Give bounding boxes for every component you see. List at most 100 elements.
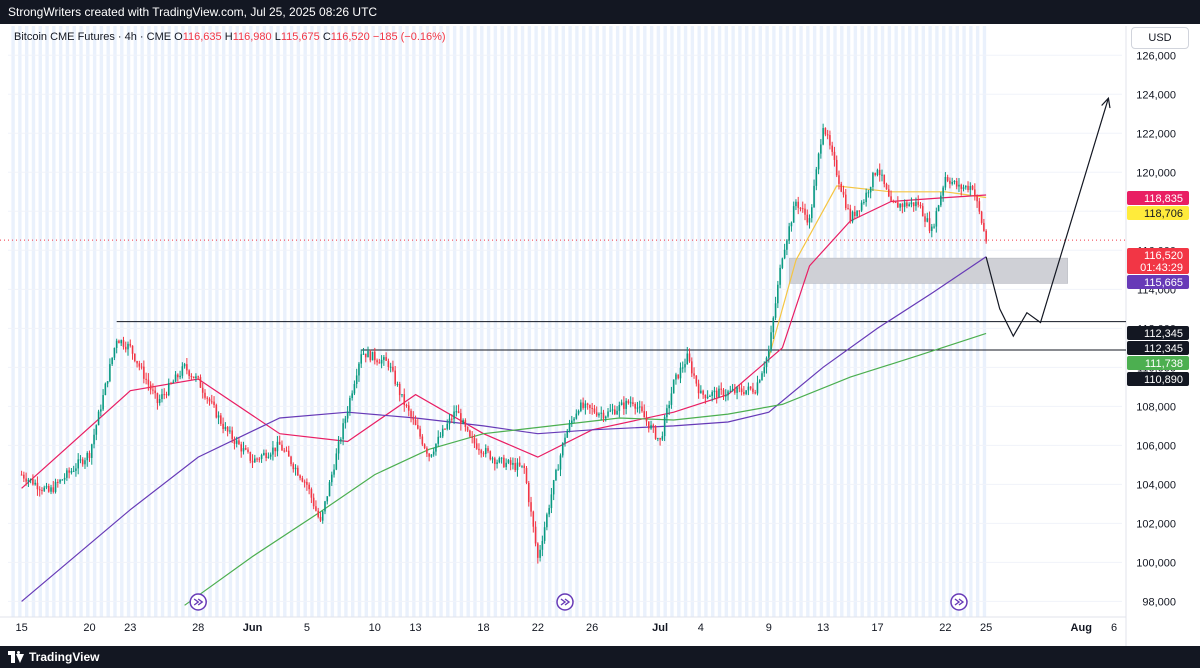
y-tick-label: 126,000 [1136, 50, 1176, 62]
candle-body [104, 383, 107, 396]
candle-body [38, 489, 41, 491]
candle-body [149, 384, 152, 390]
candle-body [546, 514, 548, 528]
close-value: 116,520 [330, 31, 370, 43]
candle-body [767, 350, 770, 358]
candle-body [677, 374, 680, 379]
candle-body [833, 151, 836, 160]
candle-body [887, 189, 890, 197]
candle-body [641, 406, 643, 412]
candle-body [507, 460, 510, 463]
x-tick-label: 28 [192, 622, 204, 634]
candle-body [455, 411, 458, 413]
candle-body [942, 187, 944, 196]
candle-body [659, 437, 661, 440]
candle-body [774, 303, 777, 318]
candle-body [158, 398, 161, 404]
candle-body [247, 449, 249, 452]
candle-body [154, 390, 156, 394]
candle-body [944, 177, 947, 188]
session-marker-icon[interactable] [189, 593, 207, 611]
candle-body [197, 376, 199, 378]
candle-body [897, 202, 899, 208]
candle-body [25, 478, 27, 482]
candle-body [840, 183, 843, 192]
candle-body [500, 457, 503, 459]
candle-body [145, 378, 147, 380]
candle-body [949, 180, 951, 184]
candle-body [697, 383, 700, 394]
candle-body [240, 444, 243, 452]
candle-body [960, 184, 963, 189]
candle-body [292, 464, 295, 470]
candle-body [480, 450, 483, 454]
price-label-text: 112,345 [1144, 343, 1183, 355]
candle-body [521, 465, 523, 467]
candle-body [349, 397, 351, 412]
candle-body [389, 366, 392, 368]
candle-body [824, 128, 827, 135]
candle-body [120, 340, 123, 344]
candle-body [743, 392, 745, 394]
candle-body [115, 340, 118, 348]
open-value: 116,635 [182, 31, 222, 43]
candle-body [50, 487, 52, 492]
candle-body [940, 195, 942, 206]
candle-body [591, 407, 593, 409]
price-labels: 118,835 118,706 116,52001:43:29 115,665 112,… [1127, 191, 1189, 386]
candle-body [654, 426, 657, 439]
candle-body [831, 145, 833, 152]
projection-path[interactable] [985, 98, 1109, 338]
candle-body [299, 475, 301, 479]
ohlc-legend: Bitcoin CME Futures · 4h · CME O116,635 … [14, 31, 446, 43]
candle-body [84, 460, 86, 465]
candle-body [632, 402, 634, 405]
tradingview-logo[interactable]: TradingView [8, 650, 99, 664]
candle-body [713, 390, 716, 393]
candle-body [573, 418, 575, 421]
candle-body [464, 420, 467, 427]
candle-body [598, 413, 600, 416]
candle-body [865, 192, 867, 203]
candle-body [509, 460, 512, 465]
currency-button[interactable]: USD [1131, 27, 1189, 49]
candle-body [29, 478, 32, 480]
candle-body [537, 543, 539, 558]
support-zone[interactable] [789, 257, 1068, 284]
candle-body [330, 474, 333, 483]
candle-body [106, 381, 109, 384]
candle-body [283, 450, 286, 452]
candle-body [90, 444, 93, 458]
candle-body [715, 390, 718, 398]
candle-body [102, 395, 104, 410]
candle-body [407, 405, 410, 411]
candle-body [301, 478, 304, 482]
candle-body [541, 540, 544, 550]
candle-body [229, 430, 231, 432]
candle-body [167, 383, 170, 396]
candle-body [552, 480, 555, 495]
price-label-text: 118,706 [1144, 208, 1183, 220]
session-band [31, 26, 36, 617]
candle-body [756, 382, 759, 394]
candle-body [340, 439, 342, 442]
price-chart[interactable]: 98,000 100,000 102,000 104,000 106,000 108,00… [0, 0, 1200, 646]
x-axis[interactable]: 15 20 23 28 Jun 5 10 13 18 22 26 Jul 4 9 13 17 22 25 Aug 6 [0, 616, 1126, 634]
candle-body [505, 462, 507, 468]
candle-body [749, 386, 752, 389]
session-marker-icon[interactable] [950, 593, 968, 611]
session-band [24, 26, 29, 617]
price-label-text: 116,520 [1144, 250, 1183, 262]
candle-body [333, 469, 335, 475]
session-marker-icon[interactable] [556, 593, 574, 611]
candle-body [383, 357, 385, 360]
y-tick-label: 120,000 [1136, 167, 1176, 179]
candle-body [371, 351, 374, 361]
candle-body [937, 205, 940, 212]
candle-body [571, 420, 573, 424]
candle-body [249, 451, 252, 461]
candle-body [319, 516, 322, 521]
candle-body [453, 411, 455, 420]
candle-body [326, 496, 329, 502]
price-label-text: 111,738 [1145, 358, 1183, 370]
